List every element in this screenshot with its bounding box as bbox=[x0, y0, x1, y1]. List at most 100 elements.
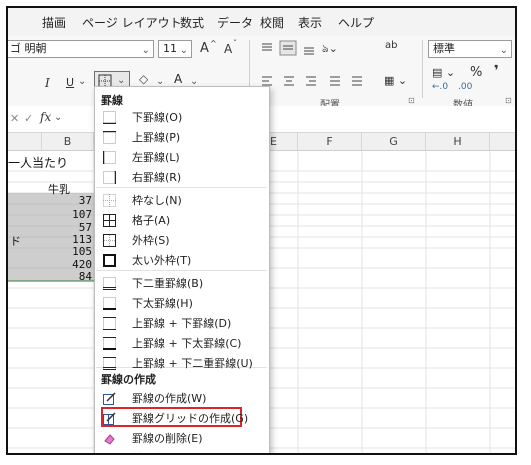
number-format-value: 標準 bbox=[433, 42, 455, 55]
chevron-down-icon: ⌄ bbox=[54, 112, 63, 123]
font-size-value: 11 bbox=[163, 42, 177, 55]
menu-item-label: 線の色(I) bbox=[132, 450, 177, 453]
chevron-down-icon: ⌄ bbox=[117, 75, 126, 86]
menu-item-label: 左罫線(L) bbox=[132, 151, 180, 164]
menu-item-top-border[interactable]: 上罫線(P) bbox=[96, 126, 267, 146]
menu-item-double-bottom-border[interactable]: 下二重罫線(B) bbox=[96, 272, 267, 292]
currency-format-icon[interactable]: ▤ ⌄ bbox=[432, 66, 455, 79]
paint-bucket-icon: ◇ bbox=[139, 72, 149, 86]
menu-item-label: 右罫線(R) bbox=[132, 171, 182, 184]
menu-item-thick-bottom-border[interactable]: 下太罫線(H) bbox=[96, 292, 267, 312]
tab-review[interactable]: 校閲 bbox=[260, 14, 284, 31]
wrap-text-icon[interactable]: ab bbox=[385, 40, 397, 51]
thick-outside-border-icon bbox=[103, 252, 116, 267]
shrink-font-button[interactable]: A bbox=[224, 42, 232, 56]
column-header-e[interactable]: E bbox=[268, 133, 298, 151]
no-border-icon bbox=[103, 192, 116, 207]
increase-decimal-icon[interactable]: ←.0 bbox=[432, 82, 448, 92]
alignment-dialog-launcher-icon[interactable]: ⊡ bbox=[408, 96, 415, 105]
double-bottom-border-icon bbox=[103, 275, 116, 290]
confirm-icon[interactable]: ✓ bbox=[24, 112, 33, 125]
font-name-value: ゴ 明朝 bbox=[10, 42, 47, 55]
orientation-icon[interactable]: ঌ⌄ bbox=[322, 40, 338, 59]
erase-border-icon bbox=[103, 430, 116, 445]
draw-border-icon bbox=[103, 390, 116, 405]
menu-item-no-border[interactable]: 枠なし(N) bbox=[96, 189, 267, 209]
underline-button[interactable]: U bbox=[66, 76, 74, 89]
all-borders-icon bbox=[103, 212, 116, 227]
draw-border-grid-icon bbox=[103, 410, 116, 425]
menu-item-label: 上罫線(P) bbox=[132, 131, 181, 144]
comma-style-button[interactable]: ❜ bbox=[494, 63, 499, 79]
font-size-select[interactable]: 11 ⌄ bbox=[158, 40, 192, 58]
menu-item-label: 上罫線 + 下太罫線(C) bbox=[132, 337, 242, 350]
tab-page-layout[interactable]: ページ レイアウト bbox=[82, 14, 182, 31]
menu-item-label: 下二重罫線(B) bbox=[132, 277, 204, 290]
menu-item-right-border[interactable]: 右罫線(R) bbox=[96, 166, 267, 186]
insert-function-button[interactable]: fx bbox=[40, 110, 51, 124]
decrease-decimal-icon[interactable]: .00 bbox=[458, 82, 472, 92]
number-dialog-launcher-icon[interactable]: ⊡ bbox=[505, 96, 512, 105]
menu-item-left-border[interactable]: 左罫線(L) bbox=[96, 146, 267, 166]
menu-bar: 描画 ページ レイアウト 数式 データ 校閲 表示 ヘルプ bbox=[8, 8, 515, 37]
menu-item-top-double-bottom-border[interactable]: 上罫線 + 下二重罫線(U) bbox=[96, 352, 267, 372]
tab-view[interactable]: 表示 bbox=[298, 14, 322, 31]
font-name-select[interactable]: ゴ 明朝 ⌄ bbox=[8, 40, 154, 58]
submenu-arrow-icon: > bbox=[250, 450, 259, 453]
number-format-select[interactable]: 標準 ⌄ bbox=[428, 40, 512, 58]
menu-item-label: 上罫線 + 下罫線(D) bbox=[132, 317, 232, 330]
percent-button[interactable]: % bbox=[470, 65, 482, 80]
menu-item-outside-border[interactable]: 外枠(S) bbox=[96, 229, 267, 249]
menu-item-erase-border[interactable]: 罫線の削除(E) bbox=[96, 427, 267, 447]
column-header-a[interactable] bbox=[8, 133, 42, 151]
tab-formulas[interactable]: 数式 bbox=[180, 14, 204, 31]
bottom-border-icon bbox=[103, 109, 116, 125]
menu-item-line-color[interactable]: 線の色(I) > bbox=[96, 447, 267, 453]
menu-item-thick-outside-border[interactable]: 太い外枠(T) bbox=[96, 249, 267, 269]
menu-item-top-bottom-border[interactable]: 上罫線 + 下罫線(D) bbox=[96, 312, 267, 332]
excel-window: 描画 ページ レイアウト 数式 データ 校閲 表示 ヘルプ ゴ 明朝 ⌄ 11 … bbox=[6, 6, 517, 455]
shrink-font-caret: ˇ bbox=[233, 39, 237, 48]
top-thick-bottom-border-icon bbox=[103, 335, 116, 350]
cancel-icon[interactable]: ✕ bbox=[10, 112, 19, 125]
draw-borders-section-heading: 罫線の作成 bbox=[101, 373, 156, 386]
value-cell: 105 bbox=[72, 245, 92, 258]
italic-button[interactable]: I bbox=[45, 76, 50, 90]
tab-help[interactable]: ヘルプ bbox=[338, 14, 374, 31]
menu-item-all-borders[interactable]: 格子(A) bbox=[96, 209, 267, 229]
column-header-extra[interactable] bbox=[490, 133, 515, 151]
top-bottom-border-icon bbox=[103, 315, 116, 330]
column-header-h[interactable]: H bbox=[426, 133, 490, 151]
chevron-down-icon: ⌄ bbox=[179, 45, 188, 56]
vertical-align-buttons[interactable] bbox=[258, 40, 358, 60]
tab-data[interactable]: データ bbox=[217, 14, 253, 31]
chevron-down-icon: ⌄ bbox=[141, 45, 150, 56]
font-color-letter: A bbox=[174, 72, 183, 86]
value-cell: 107 bbox=[72, 208, 92, 221]
header-cell-milk: 牛乳 bbox=[48, 183, 70, 196]
menu-item-top-thick-bottom-border[interactable]: 上罫線 + 下太罫線(C) bbox=[96, 332, 267, 352]
grow-font-button[interactable]: A bbox=[200, 41, 209, 56]
horizontal-align-buttons[interactable] bbox=[258, 74, 458, 90]
menu-item-bottom-border[interactable]: 下罫線(O) bbox=[96, 106, 267, 126]
column-header-g[interactable]: G bbox=[362, 133, 426, 151]
column-header-f[interactable]: F bbox=[298, 133, 362, 151]
menu-item-label: 罫線グリッドの作成(G) bbox=[132, 412, 249, 425]
left-border-icon bbox=[102, 149, 116, 164]
top-double-bottom-border-icon bbox=[103, 355, 116, 370]
tab-draw[interactable]: 描画 bbox=[42, 14, 66, 31]
menu-item-draw-border-grid[interactable]: 罫線グリッドの作成(G) bbox=[96, 407, 267, 427]
chevron-down-icon: ⌄ bbox=[499, 45, 508, 56]
borders-dropdown-menu: 罫線 罫線の作成 下罫線(O) 上罫線(P) 左罫線(L) 右罫線(R) 枠なし(N) 格… bbox=[94, 86, 270, 453]
menu-item-label: 下太罫線(H) bbox=[132, 297, 193, 310]
underline-chevron-icon[interactable]: ⌄ bbox=[78, 76, 86, 87]
value-cell: 84 bbox=[78, 270, 92, 283]
menu-item-label: 下罫線(O) bbox=[132, 111, 183, 124]
menu-item-label: 格子(A) bbox=[132, 214, 171, 227]
menu-item-draw-border[interactable]: 罫線の作成(W) bbox=[96, 387, 267, 407]
menu-item-label: 罫線の作成(W) bbox=[132, 392, 207, 405]
merge-center-icon[interactable]: ▦ ⌄ bbox=[384, 74, 407, 87]
menu-item-label: 外枠(S) bbox=[132, 234, 170, 247]
outside-border-icon bbox=[103, 232, 116, 247]
column-header-b[interactable]: B bbox=[42, 133, 94, 151]
